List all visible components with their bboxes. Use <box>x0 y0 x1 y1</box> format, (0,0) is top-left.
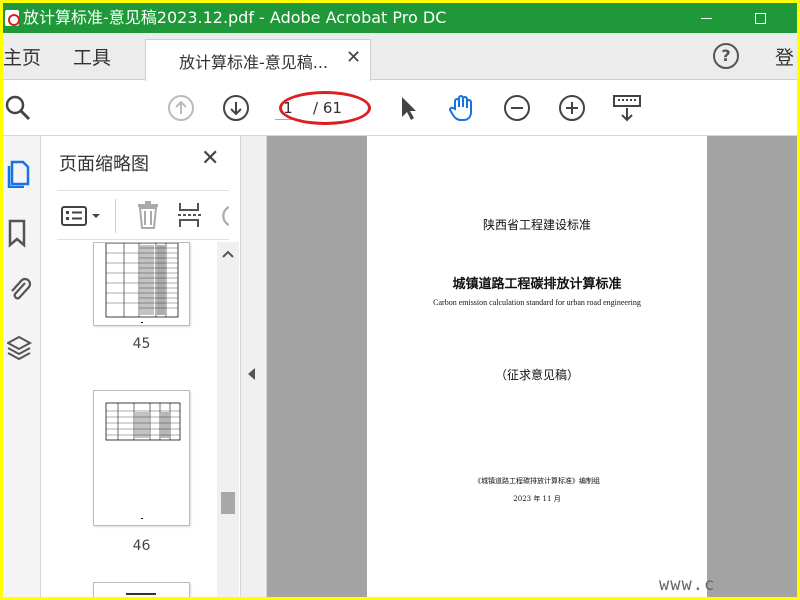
panel-toolbar-divider <box>115 199 116 233</box>
tab-document[interactable]: 放计算标准-意见稿... ✕ <box>145 39 371 81</box>
panel-collapse-strip[interactable] <box>241 136 267 597</box>
document-title: 城镇道路工程碳排放计算标准 <box>452 277 622 292</box>
thumbnails-panel: 页面缩略图 ✕ 45 46 <box>41 136 241 597</box>
hand-tool-icon[interactable] <box>447 93 477 123</box>
acrobat-window: 放计算标准-意见稿2023.12.pdf - Adobe Acrobat Pro… <box>3 3 797 597</box>
maximize-button[interactable] <box>737 3 783 33</box>
layers-icon[interactable] <box>5 334 33 364</box>
pdf-page: 陕西省工程建设标准 城镇道路工程碳排放计算标准 Carbon emission … <box>367 136 707 597</box>
watermark-text: www.c <box>659 575 716 595</box>
window-title: 放计算标准-意见稿2023.12.pdf - Adobe Acrobat Pro… <box>23 8 447 27</box>
thumbnail-list: 45 46 <box>41 242 241 597</box>
minimize-icon <box>700 17 712 19</box>
previous-page-icon[interactable] <box>166 93 196 123</box>
thumbnail-page-number: 46 <box>132 538 151 554</box>
page-thumbnail[interactable] <box>93 582 190 597</box>
maximize-icon <box>754 12 766 24</box>
page-thumbnails-icon[interactable] <box>7 158 33 189</box>
close-panel-icon[interactable]: ✕ <box>201 146 219 171</box>
bookmark-icon[interactable] <box>7 218 33 248</box>
collapse-panel-icon[interactable] <box>248 368 255 380</box>
scrollbar-thumb[interactable] <box>221 492 235 514</box>
toolbar: 1 / 61 <box>3 81 797 136</box>
document-tab-label: 放计算标准-意见稿... <box>179 53 329 72</box>
minimize-button[interactable] <box>683 3 729 33</box>
draft-note: （征求意见稿） <box>494 368 579 382</box>
page-thumbnail[interactable] <box>93 390 190 526</box>
keyboard-scroll-icon[interactable] <box>612 93 642 123</box>
tab-home[interactable]: 主页 <box>3 43 41 70</box>
thumbnail-scrollbar[interactable] <box>217 242 239 597</box>
panel-toolbar <box>57 190 230 240</box>
acrobat-app-icon <box>5 10 20 26</box>
page-thumbnail[interactable] <box>93 242 190 326</box>
rotate-page-icon[interactable] <box>217 203 230 233</box>
scroll-up-icon[interactable] <box>217 248 239 262</box>
close-tab-icon[interactable]: ✕ <box>346 47 361 68</box>
sign-in-link[interactable]: 登 <box>775 43 794 70</box>
thumbnail-page-number: 45 <box>132 336 151 352</box>
document-viewer: 陕西省工程建设标准 城镇道路工程碳排放计算标准 Carbon emission … <box>267 136 797 597</box>
tab-bar: 主页 工具 放计算标准-意见稿... ✕ ? 登 <box>3 33 797 81</box>
thumbnail-options-icon[interactable] <box>61 205 103 231</box>
standard-type: 陕西省工程建设标准 <box>482 218 591 232</box>
delete-page-icon[interactable] <box>135 201 161 233</box>
attachment-icon[interactable] <box>7 274 33 304</box>
red-annotation-ellipse <box>279 91 371 125</box>
next-page-icon[interactable] <box>221 93 251 123</box>
zoom-out-icon[interactable] <box>502 93 532 123</box>
document-title-english: Carbon emission calculation standard for… <box>433 298 641 307</box>
panel-title: 页面缩略图 <box>59 154 149 175</box>
zoom-in-icon[interactable] <box>557 93 587 123</box>
editor-group: 《城镇道路工程碳排放计算标准》编制组 <box>474 477 600 485</box>
search-icon[interactable] <box>3 93 33 123</box>
left-navigation-rail <box>3 136 41 597</box>
select-tool-icon[interactable] <box>393 93 423 123</box>
tab-tools[interactable]: 工具 <box>73 43 111 70</box>
title-bar: 放计算标准-意见稿2023.12.pdf - Adobe Acrobat Pro… <box>3 3 797 33</box>
extract-pages-icon[interactable] <box>177 201 203 233</box>
help-icon[interactable]: ? <box>713 43 739 69</box>
document-date: 2023 年 11 月 <box>513 495 561 503</box>
